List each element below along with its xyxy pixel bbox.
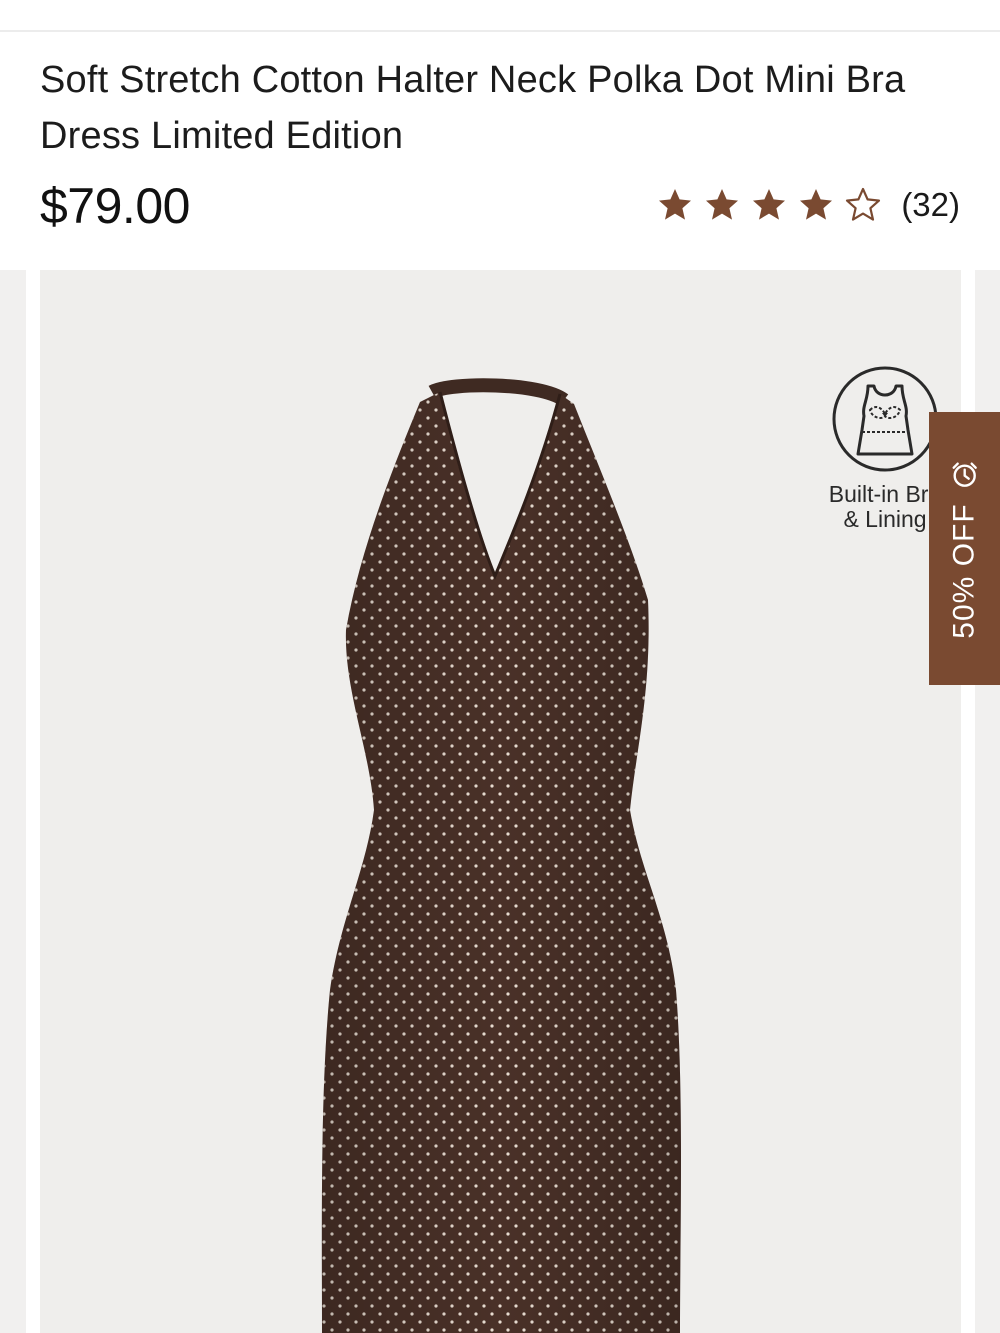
star-filled-icon <box>800 189 833 220</box>
product-page: Soft Stretch Cotton Halter Neck Polka Do… <box>0 0 1000 1333</box>
alarm-clock-icon <box>952 461 977 487</box>
sale-label: 50% OFF <box>947 502 981 639</box>
product-image-gallery[interactable]: Built-in Bra & Lining <box>40 270 961 1333</box>
sale-tab[interactable]: 50% OFF <box>929 412 1000 685</box>
review-count[interactable]: (32) <box>901 182 960 228</box>
star-outline-icon <box>846 187 881 221</box>
star-filled-icon <box>659 189 692 220</box>
previous-image-peek[interactable] <box>0 270 26 1333</box>
product-price: $79.00 <box>40 178 190 234</box>
star-filled-icon <box>706 189 739 220</box>
bra-lining-icon <box>832 366 938 472</box>
star-rating <box>657 187 881 223</box>
star-filled-icon <box>753 189 786 220</box>
rating-summary[interactable]: (32) <box>657 182 960 228</box>
product-title: Soft Stretch Cotton Halter Neck Polka Do… <box>40 59 906 157</box>
header-divider <box>0 30 1000 32</box>
